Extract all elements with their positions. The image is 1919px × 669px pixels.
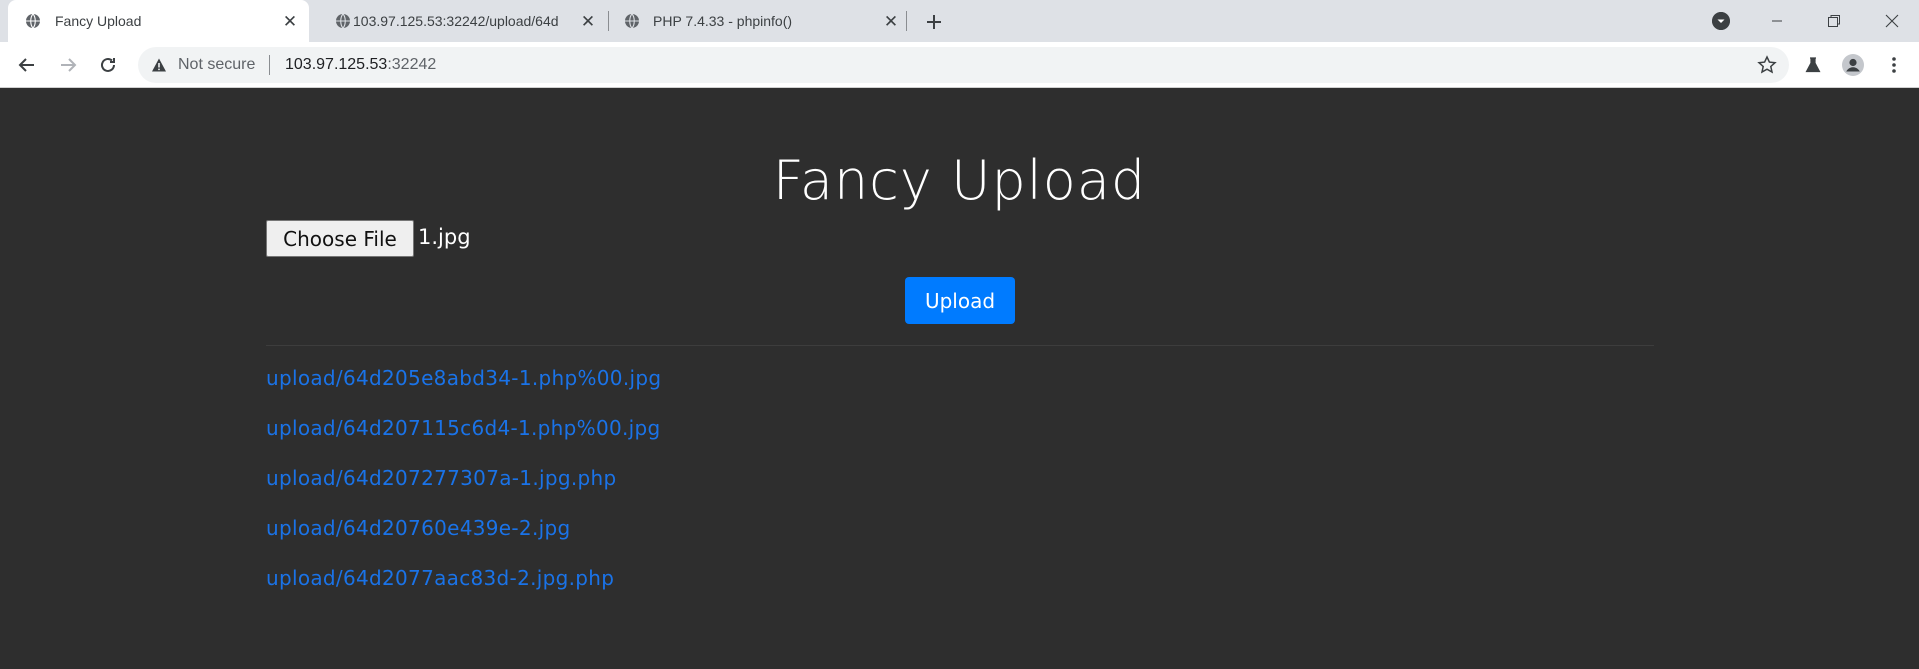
close-icon[interactable]: ✕ (281, 12, 299, 30)
warning-icon[interactable] (151, 57, 167, 73)
tab-upload-path[interactable]: 103.97.125.53:32242/upload/64d ✕ (318, 0, 603, 42)
star-icon[interactable] (1757, 55, 1777, 75)
uploaded-file-link[interactable]: upload/64d207115c6d4-1.php%00.jpg (266, 416, 661, 466)
close-icon[interactable]: ✕ (882, 12, 900, 30)
tab-search-icon[interactable] (1712, 12, 1730, 30)
tab-separator (608, 11, 609, 31)
globe-icon (625, 13, 639, 29)
minimize-button[interactable] (1754, 0, 1800, 42)
close-window-button[interactable] (1869, 0, 1915, 42)
divider (266, 345, 1654, 346)
tab-label: 103.97.125.53:32242/upload/64d (353, 13, 559, 29)
choose-file-button[interactable]: Choose File (266, 220, 414, 257)
profile-button[interactable] (1841, 53, 1865, 77)
url-text[interactable]: 103.97.125.53:32242 (285, 56, 436, 74)
more-vertical-icon (1892, 57, 1896, 73)
uploaded-file-link[interactable]: upload/64d20760e439e-2.jpg (266, 516, 661, 566)
url-port: :32242 (387, 56, 437, 73)
menu-button[interactable] (1882, 53, 1906, 77)
labs-button[interactable] (1801, 53, 1825, 77)
close-icon[interactable]: ✕ (579, 12, 597, 30)
selected-file-name: 1.jpg (418, 225, 471, 249)
uploaded-file-link[interactable]: upload/64d205e8abd34-1.php%00.jpg (266, 366, 661, 416)
reload-button[interactable] (96, 53, 120, 77)
globe-icon (336, 13, 350, 29)
omnibox-divider (269, 55, 270, 75)
tab-strip: Fancy Upload ✕ 103.97.125.53:32242/uploa… (0, 0, 1919, 42)
tab-fancy-upload[interactable]: Fancy Upload ✕ (8, 0, 309, 42)
tab-phpinfo[interactable]: PHP 7.4.33 - phpinfo() ✕ (612, 0, 907, 42)
flask-icon (1805, 57, 1821, 73)
arrow-left-icon (18, 58, 34, 72)
uploaded-files-list: upload/64d205e8abd34-1.php%00.jpg upload… (266, 366, 661, 616)
tab-label: PHP 7.4.33 - phpinfo() (653, 13, 793, 29)
close-icon (1885, 14, 1899, 28)
globe-icon (26, 13, 40, 29)
new-tab-icon[interactable] (922, 10, 946, 34)
minimize-icon (1772, 20, 1782, 22)
reload-icon (101, 57, 115, 72)
forward-button[interactable] (56, 53, 80, 77)
upload-button[interactable]: Upload (905, 277, 1015, 324)
uploaded-file-link[interactable]: upload/64d207277307a-1.jpg.php (266, 466, 661, 516)
browser-toolbar: Not secure 103.97.125.53:32242 (0, 42, 1919, 88)
url-host: 103.97.125.53 (285, 56, 388, 73)
address-bar[interactable]: Not secure 103.97.125.53:32242 (138, 47, 1789, 83)
arrow-right-icon (61, 58, 77, 72)
restore-button[interactable] (1811, 0, 1857, 42)
page-content: Fancy Upload Choose File 1.jpg Upload up… (0, 89, 1919, 669)
tab-label: Fancy Upload (55, 13, 142, 29)
uploaded-file-link[interactable]: upload/64d2077aac83d-2.jpg.php (266, 566, 661, 616)
security-label[interactable]: Not secure (178, 56, 255, 74)
back-button[interactable] (15, 53, 39, 77)
page-title: Fancy Upload (772, 149, 1147, 212)
tab-separator (906, 11, 907, 31)
avatar-icon (1842, 54, 1864, 76)
restore-icon (1828, 15, 1840, 27)
